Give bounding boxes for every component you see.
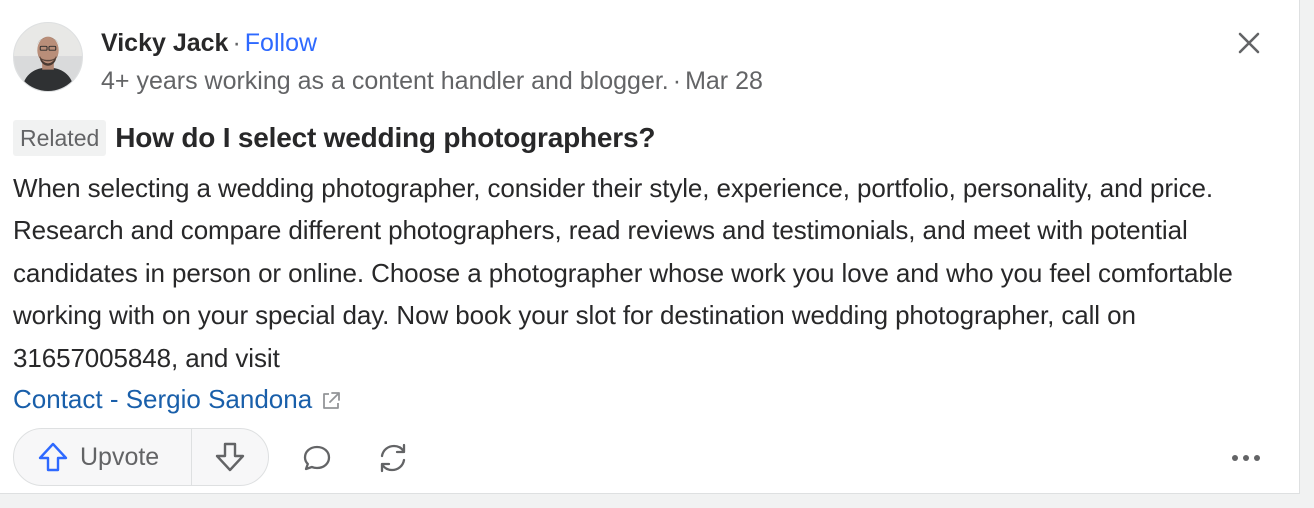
question-row: Related How do I select wedding photogra… [13,120,655,156]
share-icon [380,443,406,473]
related-badge: Related [13,120,107,156]
comment-button[interactable] [297,438,337,478]
author-credential[interactable]: 4+ years working as a content handler an… [101,67,669,95]
close-button[interactable] [1232,26,1266,60]
avatar-photo [14,23,82,91]
answer-link-line: Contact - Sergio Sandona [13,378,342,420]
answer-date[interactable]: Mar 28 [685,67,763,95]
more-options-button[interactable] [1225,438,1267,478]
separator-dot: · [232,29,241,57]
author-name[interactable]: Vicky Jack [101,29,228,57]
avatar[interactable] [13,22,83,92]
downvote-button[interactable] [192,429,268,485]
contact-link[interactable]: Contact - Sergio Sandona [13,384,312,414]
follow-button[interactable]: Follow [245,29,317,57]
author-credential-line: 4+ years working as a content handler an… [101,66,763,96]
upvote-button[interactable]: Upvote [14,429,192,485]
more-icon [1230,455,1263,461]
downvote-arrow-icon [215,442,245,472]
date-separator: · [672,67,682,95]
answer-card: Vicky Jack · Follow 4+ years working as a … [0,0,1300,494]
external-link-icon [323,392,341,410]
upvote-label: Upvote [80,442,160,471]
comment-icon [303,445,331,471]
share-button[interactable] [373,438,413,478]
question-title[interactable]: How do I select wedding photographers? [115,122,655,154]
close-icon [1238,32,1260,54]
vote-group: Upvote [13,428,269,486]
author-header: Vicky Jack · Follow [101,28,317,58]
upvote-arrow-icon [38,442,68,472]
answer-body: When selecting a wedding photographer, c… [13,173,1233,373]
